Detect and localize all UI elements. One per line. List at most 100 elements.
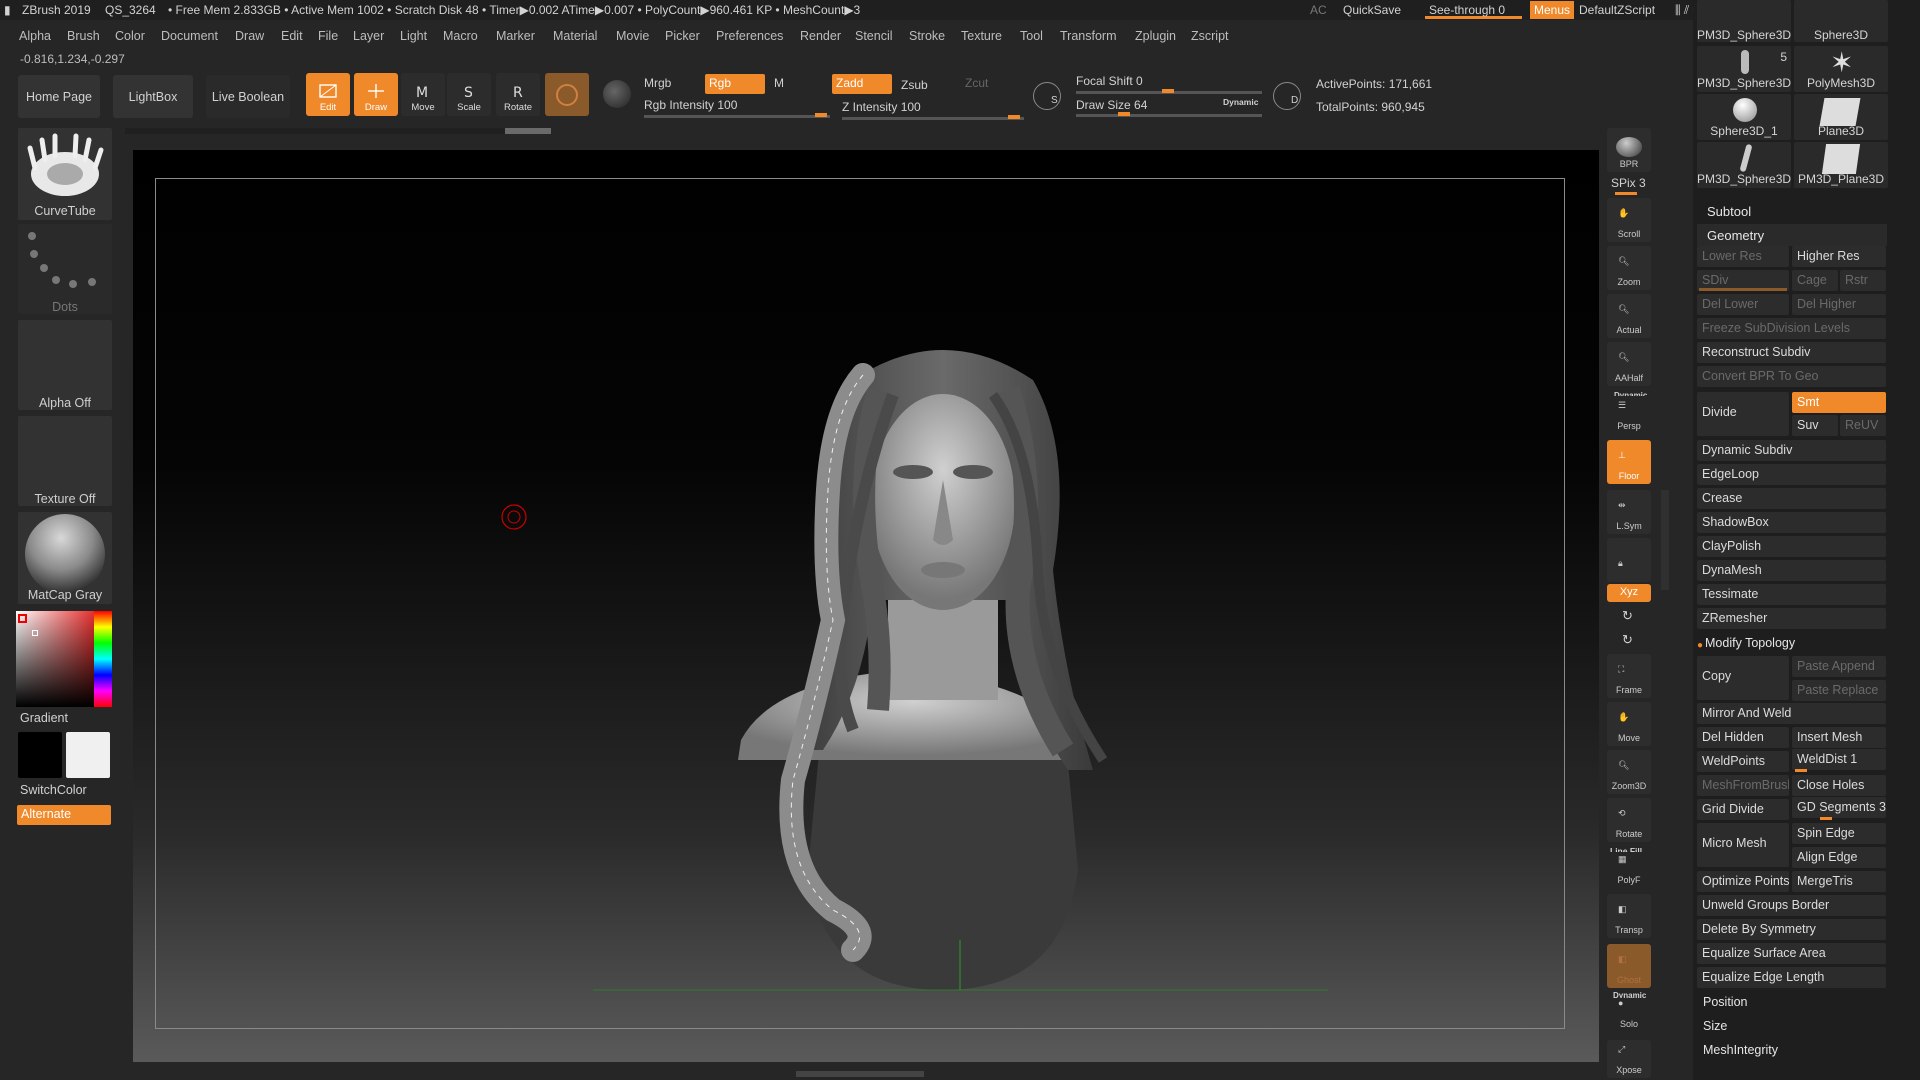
polyf-button[interactable]: ▦ PolyF — [1607, 852, 1651, 888]
persp-button[interactable]: ☰ Persp — [1607, 396, 1651, 434]
main-color-swatch[interactable] — [18, 614, 27, 623]
copy-button[interactable]: Copy — [1697, 656, 1789, 700]
z-intensity-slider[interactable] — [842, 117, 1024, 120]
gd-segments-slider[interactable]: GD Segments 3 — [1792, 797, 1886, 818]
suv-toggle[interactable]: Suv — [1792, 415, 1838, 436]
dynamesh-section[interactable]: DynaMesh — [1697, 560, 1886, 581]
rotate-y-icon[interactable]: ↻ — [1622, 608, 1633, 624]
shelf-scrollbar[interactable] — [125, 128, 549, 134]
rotate-view-button[interactable]: ⟲ Rotate — [1607, 798, 1651, 842]
menu-brush[interactable]: Brush — [67, 29, 100, 43]
local-transform-button[interactable]: 🔒︎ — [1607, 538, 1651, 582]
menu-alpha[interactable]: Alpha — [19, 29, 51, 43]
zcut-toggle[interactable]: Zcut — [961, 74, 992, 94]
color-picker[interactable] — [16, 611, 112, 707]
paste-append-button[interactable]: Paste Append — [1792, 656, 1886, 677]
del-hidden-button[interactable]: Del Hidden — [1697, 727, 1789, 748]
del-lower-button[interactable]: Del Lower — [1697, 294, 1789, 315]
zremesher-section[interactable]: ZRemesher — [1697, 608, 1886, 629]
del-higher-button[interactable]: Del Higher — [1792, 294, 1886, 315]
dynamic-label[interactable]: Dynamic — [1223, 97, 1258, 107]
rgb-intensity-slider[interactable] — [644, 115, 830, 118]
draw-size-thumb[interactable] — [1118, 112, 1130, 116]
ghost-button[interactable]: ◧ Ghost — [1607, 944, 1651, 988]
close-holes-button[interactable]: Close Holes — [1792, 775, 1886, 796]
quicksave-button[interactable]: QuickSave — [1343, 3, 1401, 17]
edgeloop-section[interactable]: EdgeLoop — [1697, 464, 1886, 485]
crease-section[interactable]: Crease — [1697, 488, 1886, 509]
freeze-subdiv-button[interactable]: Freeze SubDivision Levels — [1697, 318, 1886, 339]
lightbox-button[interactable]: LightBox — [113, 75, 193, 118]
menu-layer[interactable]: Layer — [353, 29, 384, 43]
size-section[interactable]: Size — [1703, 1019, 1727, 1033]
menu-stencil[interactable]: Stencil — [855, 29, 893, 43]
dynamic-subdiv-section[interactable]: Dynamic Subdiv — [1697, 440, 1886, 461]
edit-button[interactable]: Edit — [306, 73, 350, 116]
floor-button[interactable]: ⊥ Floor — [1607, 440, 1651, 484]
frame-button[interactable]: ⛶ Frame — [1607, 654, 1651, 698]
weldpoints-button[interactable]: WeldPoints — [1697, 751, 1789, 772]
scroll-button[interactable]: ✋ Scroll — [1607, 198, 1651, 242]
secondary-color[interactable] — [66, 732, 110, 778]
xyz-toggle[interactable]: Xyz — [1607, 584, 1651, 602]
menu-document[interactable]: Document — [161, 29, 218, 43]
bust-model[interactable] — [133, 150, 1599, 1062]
shelf-scrollbar-thumb[interactable] — [505, 128, 551, 134]
actual-button[interactable]: 🔍︎ Actual — [1607, 294, 1651, 338]
equalize-surface-area-button[interactable]: Equalize Surface Area — [1697, 943, 1886, 964]
cage-button[interactable]: Cage — [1792, 270, 1838, 291]
shadowbox-section[interactable]: ShadowBox — [1697, 512, 1886, 533]
position-section[interactable]: Position — [1703, 995, 1747, 1009]
zoom3d-button[interactable]: 🔍︎ Zoom3D — [1607, 750, 1651, 794]
spotlight-icon[interactable] — [603, 80, 631, 108]
menu-texture[interactable]: Texture — [961, 29, 1002, 43]
switchcolor-button[interactable]: SwitchColor — [20, 783, 87, 797]
alternate-toggle[interactable]: Alternate — [17, 805, 111, 825]
claypolish-section[interactable]: ClayPolish — [1697, 536, 1886, 557]
geometry-header[interactable]: Geometry — [1707, 228, 1764, 243]
menus-toggle[interactable]: Menus — [1530, 1, 1575, 19]
menu-picker[interactable]: Picker — [665, 29, 700, 43]
micro-mesh-button[interactable]: Micro Mesh — [1697, 823, 1789, 867]
meshintegrity-section[interactable]: MeshIntegrity — [1703, 1043, 1778, 1057]
higher-res-button[interactable]: Higher Res — [1792, 246, 1886, 267]
see-through-slider[interactable]: See-through 0 — [1425, 1, 1522, 19]
subtool-header[interactable]: Subtool — [1707, 204, 1751, 219]
focal-shift-thumb[interactable] — [1162, 89, 1174, 93]
m-toggle[interactable]: M — [770, 74, 788, 94]
lazy-mouse-icon[interactable]: S — [1033, 82, 1061, 110]
zadd-toggle[interactable]: Zadd — [832, 74, 892, 94]
insert-mesh-button[interactable]: Insert Mesh — [1792, 727, 1886, 748]
draw-size-slider[interactable] — [1076, 114, 1262, 117]
rotate-button[interactable]: R Rotate — [496, 73, 540, 116]
rstr-button[interactable]: Rstr — [1840, 270, 1886, 291]
welddist-slider[interactable]: WeldDist 1 — [1792, 749, 1886, 770]
move-view-button[interactable]: ✋ Move — [1607, 702, 1651, 746]
rotate-z-icon[interactable]: ↻ — [1622, 632, 1633, 648]
aahalf-button[interactable]: 🔍︎ AAHalf — [1607, 342, 1651, 386]
gradient-label[interactable]: Gradient — [20, 711, 68, 725]
tessimate-section[interactable]: Tessimate — [1697, 584, 1886, 605]
mrgb-toggle[interactable]: Mrgb — [640, 74, 675, 94]
menu-movie[interactable]: Movie — [616, 29, 649, 43]
bottom-scrollbar[interactable] — [796, 1071, 924, 1077]
menu-render[interactable]: Render — [800, 29, 841, 43]
menu-preferences[interactable]: Preferences — [716, 29, 783, 43]
menu-light[interactable]: Light — [400, 29, 427, 43]
zscript-label[interactable]: DefaultZScript — [1579, 3, 1655, 17]
spix-label[interactable]: SPix 3 — [1611, 176, 1646, 190]
xpose-button[interactable]: ⤢ Xpose — [1607, 1040, 1651, 1078]
main-color[interactable] — [18, 732, 62, 778]
modify-topology-header[interactable]: Modify Topology — [1705, 636, 1795, 650]
grid-divide-button[interactable]: Grid Divide — [1697, 799, 1789, 820]
menu-color[interactable]: Color — [115, 29, 145, 43]
menu-zplugin[interactable]: Zplugin — [1135, 29, 1176, 43]
reconstruct-subdiv-button[interactable]: Reconstruct Subdiv — [1697, 342, 1886, 363]
rgb-intensity-thumb[interactable] — [815, 113, 827, 117]
lower-res-button[interactable]: Lower Res — [1697, 246, 1789, 267]
scale-button[interactable]: S Scale — [447, 73, 491, 116]
sculptris-pro-button[interactable] — [545, 73, 589, 116]
divide-button[interactable]: Divide — [1697, 392, 1789, 436]
spix-slider[interactable] — [1615, 192, 1637, 195]
spin-edge-button[interactable]: Spin Edge — [1792, 823, 1886, 844]
